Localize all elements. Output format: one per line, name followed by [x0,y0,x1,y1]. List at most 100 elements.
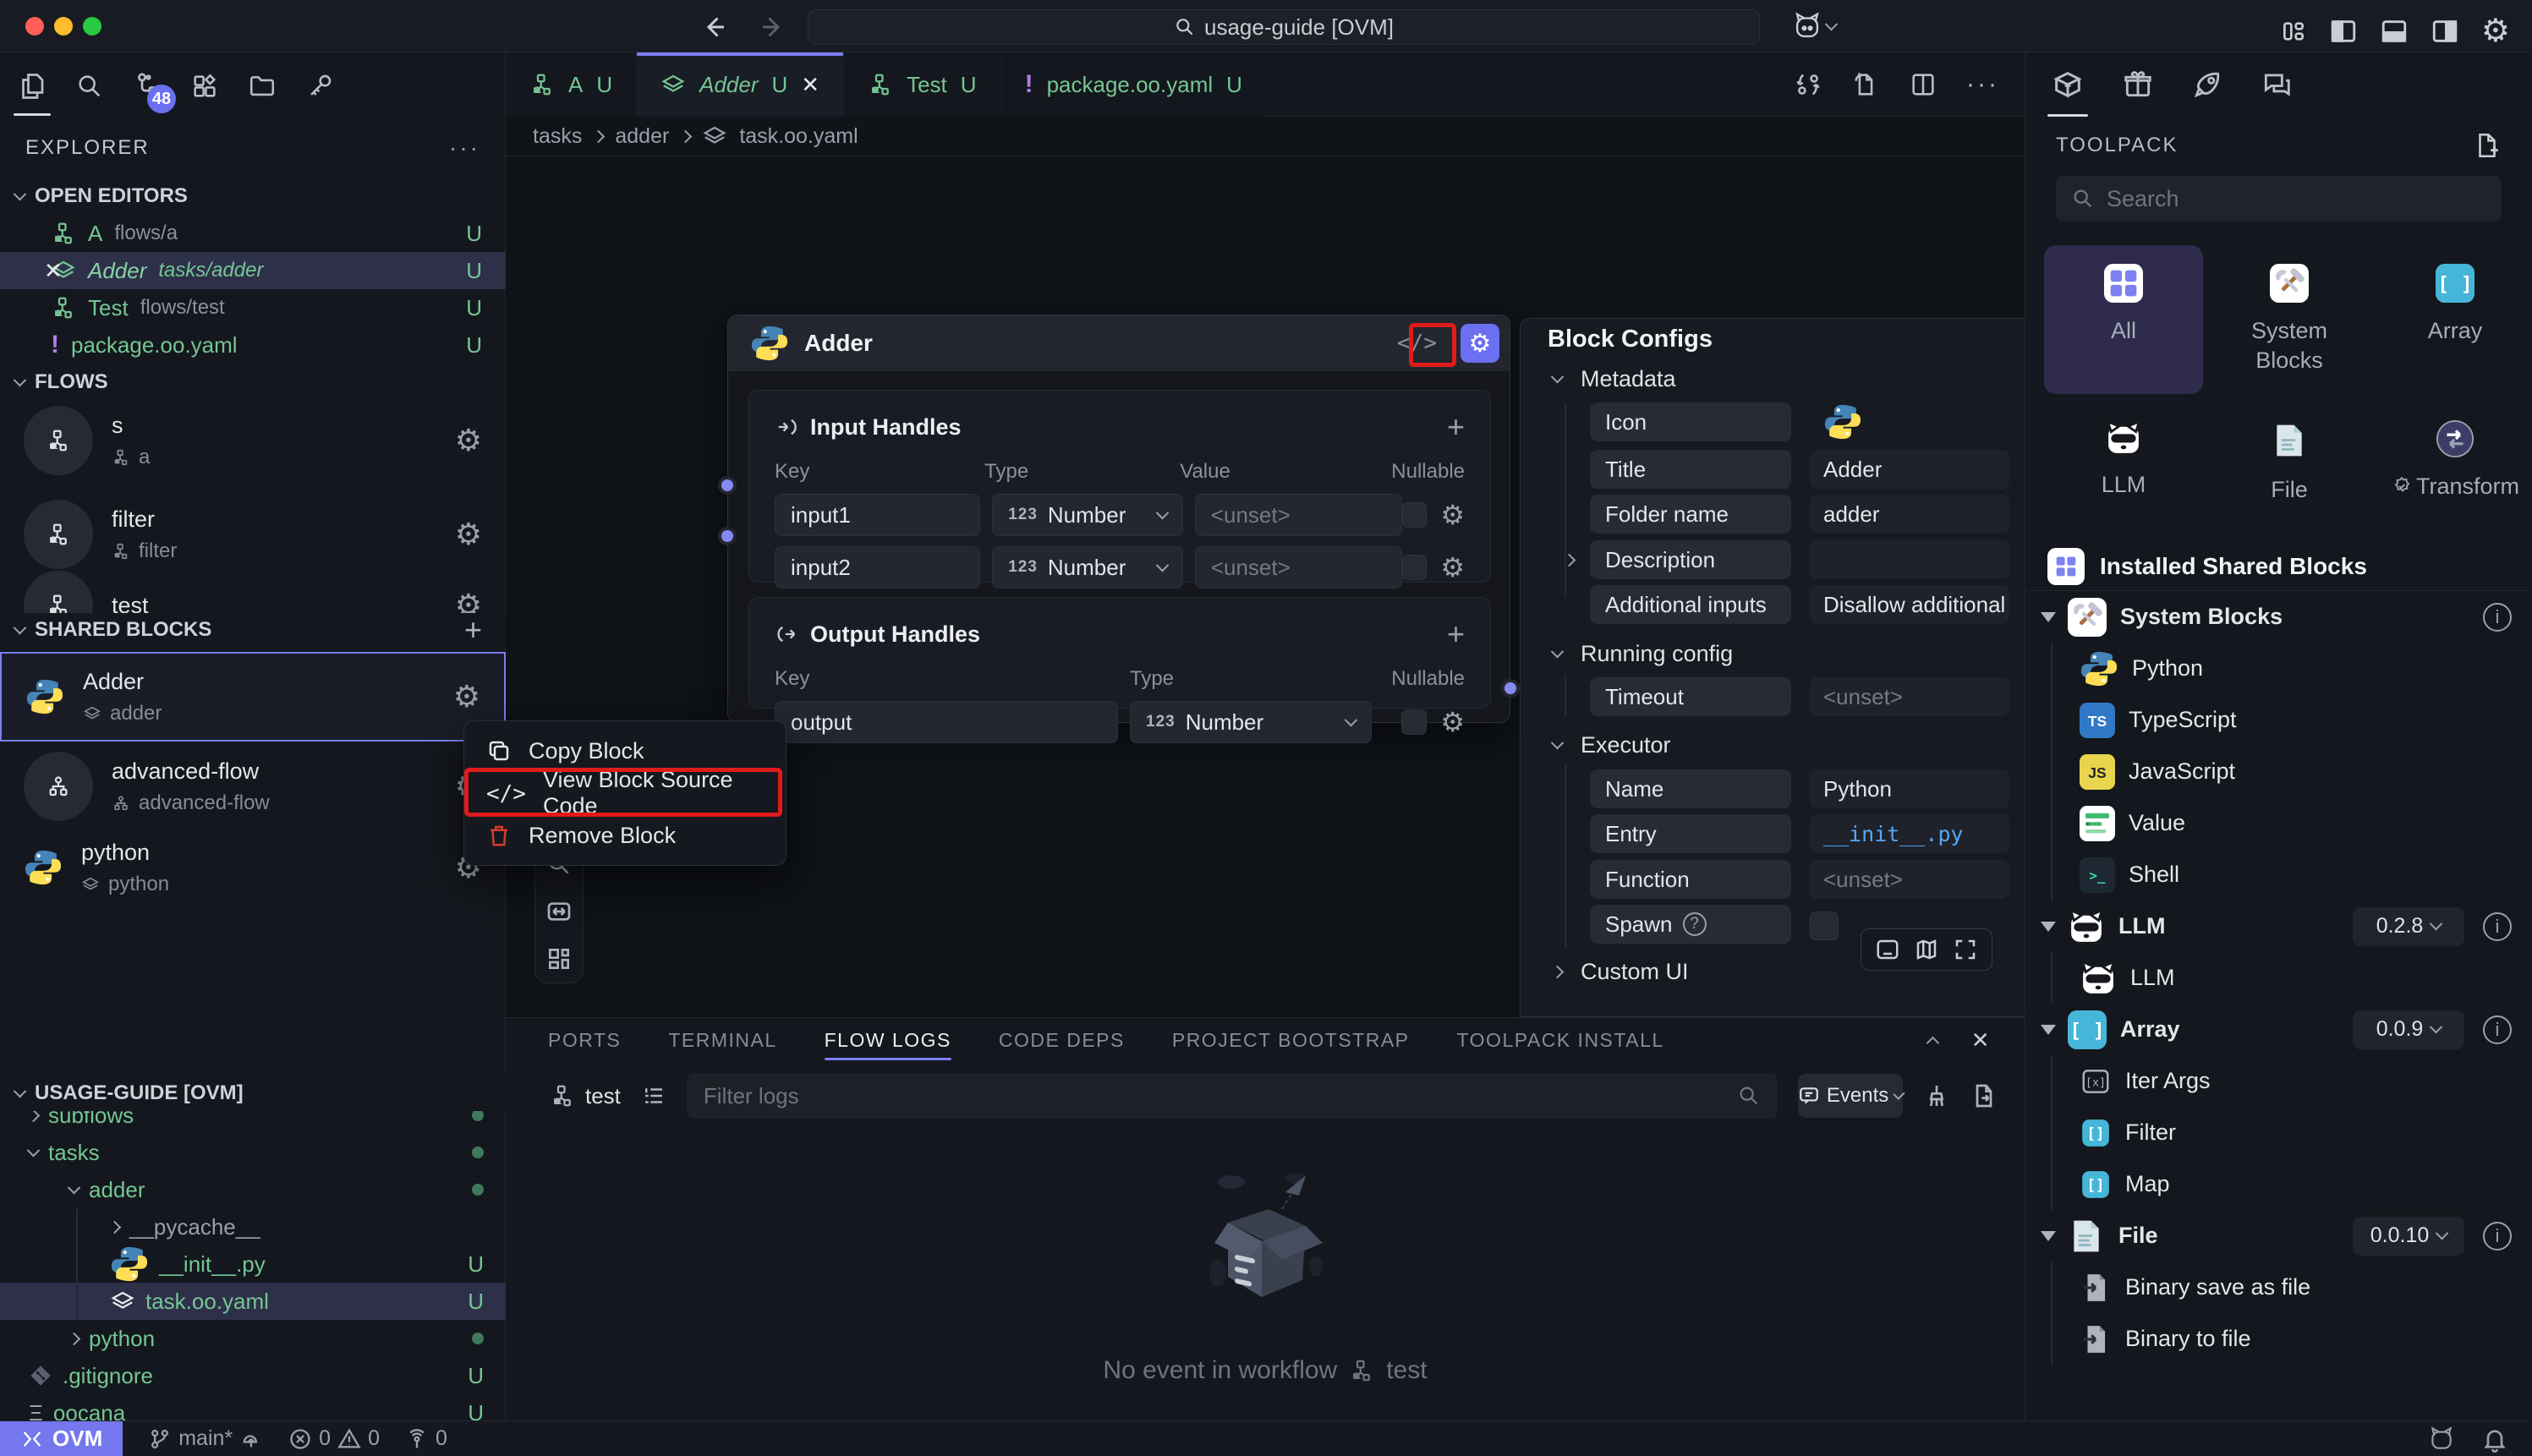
metadata-section-header[interactable]: Metadata [1553,366,1676,392]
shared-block-item[interactable]: advanced-flowadvanced-flow⚙ [0,746,506,827]
export-file-icon[interactable] [1851,70,1880,99]
editor-tab[interactable]: TestU [844,52,1000,117]
info-icon[interactable]: i [2483,912,2512,941]
workspace-search-bar[interactable]: usage-guide [OVM] [808,9,1760,45]
flow-selector[interactable]: test [550,1083,621,1109]
handle-type-select[interactable]: 123Number [1130,701,1372,743]
handle-type-select[interactable]: 123Number [992,546,1183,588]
rocket-tab-icon[interactable] [2191,52,2223,117]
handle-settings-gear-icon[interactable]: ⚙ [1440,499,1465,531]
shared-block-item[interactable]: Adderadder⚙ [0,652,506,742]
input1-port[interactable] [718,476,737,495]
panel-tab[interactable]: CODE DEPS [999,1018,1125,1062]
toolpack-category-llm[interactable]: LLM [2044,401,2203,523]
config-field-value[interactable]: Adder [1810,450,2009,489]
more-actions-icon[interactable]: ··· [1966,70,1999,99]
handle-settings-gear-icon[interactable]: ⚙ [1440,551,1465,583]
log-list-icon[interactable] [641,1083,666,1108]
blocks-activity[interactable] [186,63,223,110]
minimize-window-button[interactable] [54,17,73,36]
editor-tab[interactable]: !package.oo.yamlU [1001,52,1267,117]
explorer-more-icon[interactable]: ··· [449,134,480,161]
context-menu-item-view-block-source-code[interactable]: </>View Block Source Code [464,772,786,814]
problems-indicator[interactable]: 0 0 [288,1426,380,1451]
installed-block-item[interactable]: []Map [2025,1158,2532,1210]
close-editor-icon[interactable]: ✕ [44,258,63,284]
custom-ui-section-header[interactable]: Custom UI [1553,959,1689,985]
handle-value-input[interactable]: <unset> [1195,546,1402,588]
open-editor-item[interactable]: Aflows/aU [0,215,506,252]
mascot-status-icon[interactable] [2427,1425,2456,1453]
toolpack-category-array[interactable]: [ ]Array [2376,245,2532,394]
handle-key-input[interactable]: output [775,701,1118,743]
installed-block-item[interactable]: []Filter [2025,1107,2532,1158]
events-filter-dropdown[interactable]: Events [1798,1074,1903,1118]
feedback-tab-icon[interactable] [2261,52,2293,117]
flows-activity[interactable]: 48 [129,63,166,110]
git-branch-indicator[interactable]: main* [148,1426,263,1451]
tree-item[interactable]: python [0,1320,506,1357]
executor-section-header[interactable]: Executor [1553,732,1671,758]
toolpack-category-system-blocks[interactable]: System Blocks [2210,245,2369,394]
installed-block-item[interactable]: Binary to file [2025,1313,2532,1365]
close-panel-icon[interactable]: ✕ [1971,1027,1991,1054]
context-menu-item-remove-block[interactable]: Remove Block [464,814,786,857]
installed-block-item[interactable]: [x]Iter Args [2025,1055,2532,1107]
toggle-right-sidebar-icon[interactable] [2431,17,2459,46]
installed-block-item[interactable]: TSTypeScript [2025,694,2532,746]
add-handle-icon[interactable]: + [1447,409,1465,445]
layout-customize-icon[interactable] [2280,18,2307,45]
clear-logs-icon[interactable] [1923,1082,1950,1109]
toolpack-search-input[interactable]: Search [2056,176,2502,222]
toolpack-category-transform[interactable]: Transform [2376,401,2532,523]
add-handle-icon[interactable]: + [1447,616,1465,652]
info-icon[interactable]: i [2483,1222,2512,1251]
remote-indicator[interactable]: OVM [0,1421,123,1456]
nullable-checkbox[interactable] [1401,709,1427,735]
toolpack-tab-icon[interactable] [2051,52,2085,117]
toggle-left-sidebar-icon[interactable] [2329,17,2358,46]
config-field-value[interactable]: __init__.py [1810,814,2009,853]
open-editor-item[interactable]: ✕Addertasks/adderU [0,252,506,289]
flow-settings-gear-icon[interactable]: ⚙ [455,517,482,552]
nullable-checkbox[interactable] [1402,502,1427,528]
config-field-value[interactable]: Disallow additional inputs [1810,585,2009,624]
layout-grid-icon[interactable] [545,945,573,972]
version-dropdown[interactable]: 0.2.8 [2353,907,2464,946]
running-config-section-header[interactable]: Running config [1553,641,1733,667]
version-dropdown[interactable]: 0.0.10 [2353,1217,2464,1256]
installed-group-header[interactable]: System Blocksi [2025,591,2532,643]
tree-item[interactable]: __pycache__ [0,1208,506,1245]
flows-header[interactable]: FLOWS [0,365,506,399]
adder-node[interactable]: Adder</>⚙Input Handles+KeyTypeValueNulla… [727,315,1510,723]
config-field-value[interactable] [1810,402,2009,441]
breadcrumb-segment[interactable]: task.oo.yaml [739,124,858,149]
back-icon[interactable] [699,12,729,42]
editor-tab[interactable]: AdderU✕ [637,52,844,117]
installed-block-item[interactable]: Python [2025,643,2532,694]
forward-icon[interactable] [758,12,788,42]
shared-block-item[interactable]: pythonpython⚙ [0,827,506,908]
config-field-value[interactable]: adder [1810,495,2009,534]
new-toolpack-icon[interactable] [2473,131,2502,160]
split-editor-icon[interactable] [1909,70,1937,99]
toggle-panel-icon[interactable] [1875,937,1900,962]
settings-gear-icon[interactable]: ⚙ [2481,12,2510,50]
close-tab-icon[interactable]: ✕ [801,72,819,98]
maximize-panel-icon[interactable] [1928,1027,1937,1054]
node-settings-button[interactable]: ⚙ [1461,324,1499,363]
tree-item[interactable]: .gitignoreU [0,1357,506,1394]
handle-key-input[interactable]: input1 [775,494,980,536]
ports-indicator[interactable]: 0 [405,1426,447,1451]
handle-key-input[interactable]: input2 [775,546,980,588]
add-shared-block-icon[interactable]: + [464,612,482,648]
breadcrumb-segment[interactable]: adder [615,124,669,149]
editor-tab[interactable]: AU [506,52,637,117]
toolpack-category-file[interactable]: File [2210,401,2369,523]
installed-group-header[interactable]: [ ]Array0.0.9i [2025,1004,2532,1055]
nullable-checkbox[interactable] [1402,555,1427,580]
toggle-bottom-panel-icon[interactable] [2380,17,2409,46]
export-logs-icon[interactable] [1970,1082,1998,1109]
open-editor-item[interactable]: Testflows/testU [0,289,506,326]
filter-logs-input[interactable]: Filter logs [687,1073,1778,1119]
